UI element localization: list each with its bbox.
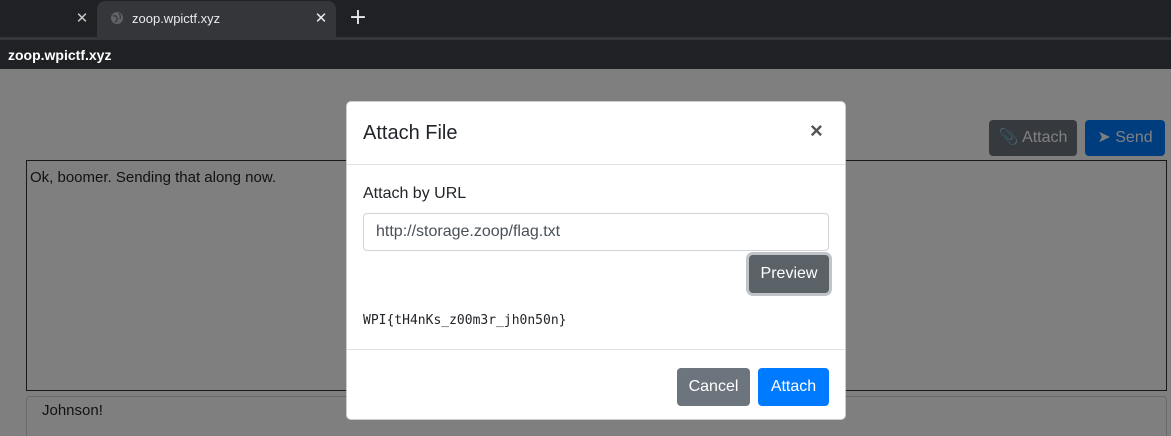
address-bar[interactable]: zoop.wpictf.xyz <box>0 37 1171 69</box>
preview-result: WPI{tH4nKs_z00m3r_jh0n50n} <box>363 313 567 328</box>
tab-title: zoop.wpictf.xyz <box>132 11 221 26</box>
modal-title: Attach File <box>363 122 458 144</box>
url-input[interactable] <box>363 213 829 251</box>
modal-footer: Cancel Attach <box>347 349 845 419</box>
cancel-button[interactable]: Cancel <box>677 368 750 406</box>
prev-tab-close-icon[interactable]: ✕ <box>73 9 91 27</box>
url-label: Attach by URL <box>363 185 467 202</box>
url-text: zoop.wpictf.xyz <box>8 47 112 63</box>
new-tab-button[interactable]: + <box>347 7 369 29</box>
preview-button[interactable]: Preview <box>749 255 829 293</box>
attach-file-modal: Attach File × Attach by URL Preview WPI{… <box>346 101 846 420</box>
modal-attach-button[interactable]: Attach <box>758 368 829 406</box>
browser-tab[interactable]: zoop.wpictf.xyz ✕ <box>97 1 336 37</box>
tab-close-icon[interactable]: ✕ <box>312 9 330 27</box>
close-icon[interactable]: × <box>810 120 823 142</box>
globe-icon <box>111 12 123 24</box>
browser-tabstrip: ✕ zoop.wpictf.xyz ✕ + <box>0 0 1171 37</box>
modal-header: Attach File × <box>347 102 845 165</box>
